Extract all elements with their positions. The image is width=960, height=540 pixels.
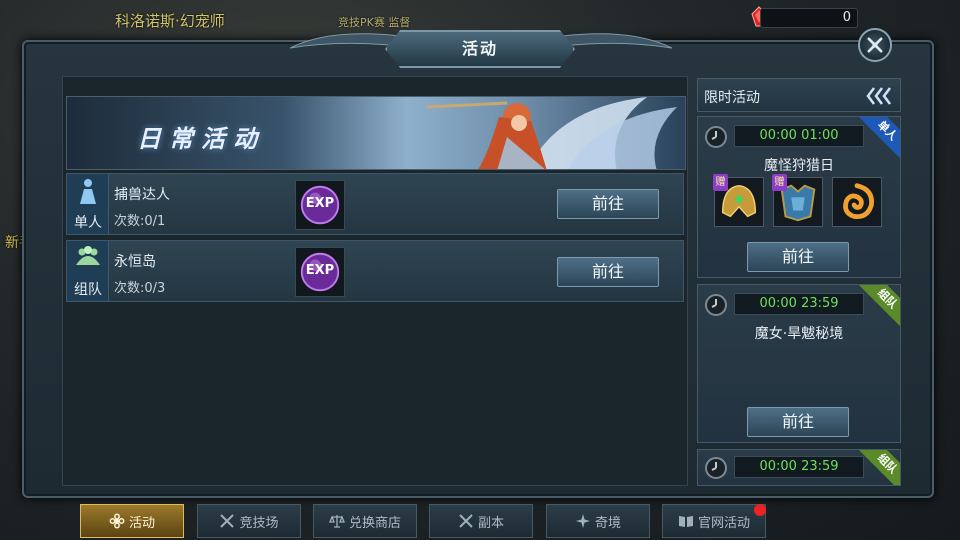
clock-icon <box>705 126 727 148</box>
daily-activity-banner: 日常活动 <box>66 96 686 170</box>
event-name: 魔女·旱魃秘境 <box>754 326 844 342</box>
exp-label: EXP <box>305 196 335 211</box>
event-time: 00:00 23:59 <box>734 293 864 315</box>
flower-icon <box>109 513 125 529</box>
go-button[interactable]: 前往 <box>747 407 849 437</box>
go-button[interactable]: 前往 <box>557 189 659 219</box>
gift-tag: 赠 <box>713 174 728 191</box>
tab-label: 奇境 <box>594 515 621 531</box>
angel-heroine-art <box>426 97 677 169</box>
tab-label: 竞技场 <box>239 515 279 531</box>
activity-type-label: 组队 <box>74 282 102 298</box>
activity-type-tag: 组队 <box>67 241 109 301</box>
clock-icon <box>705 294 727 316</box>
limited-activity-title: 限时活动 <box>704 90 760 106</box>
banner-title: 日常活动 <box>137 124 265 153</box>
compass-icon <box>575 514 590 528</box>
limited-event-card: 00:00 23:59 组队 魔女·旱魃秘境 前往 <box>697 284 901 443</box>
window-title: 活动 <box>385 30 575 68</box>
limited-event-card: 00:00 01:00 单人 魔怪狩猎日 赠 赠 前往 <box>697 116 901 278</box>
event-time: 00:00 01:00 <box>734 125 864 147</box>
exp-label: EXP <box>305 263 335 278</box>
tab-label: 副本 <box>477 515 504 531</box>
crossed-swords-icon <box>459 514 473 528</box>
tab-exchange-shop[interactable]: 兑换商店 <box>313 504 417 538</box>
clock-icon <box>705 457 727 479</box>
team-icon <box>76 246 100 265</box>
activity-name: 永恒岛 <box>114 254 156 270</box>
event-name: 魔怪狩猎日 <box>764 158 834 174</box>
tab-activity[interactable]: 活动 <box>80 504 184 538</box>
tab-arena[interactable]: 竞技场 <box>197 504 301 538</box>
tab-wonderland[interactable]: 奇境 <box>546 504 650 538</box>
currency-display: 0 <box>760 8 858 28</box>
scales-icon <box>329 515 345 528</box>
tab-label: 兑换商店 <box>348 515 401 531</box>
go-button[interactable]: 前往 <box>747 242 849 272</box>
tab-dungeon[interactable]: 副本 <box>429 504 533 538</box>
title-wing-ornament <box>562 33 672 49</box>
fire-swirl-icon <box>843 183 874 220</box>
tab-official-events[interactable]: 官网活动 <box>662 504 766 538</box>
activity-name: 捕兽达人 <box>114 187 170 203</box>
tab-label: 活动 <box>128 515 155 531</box>
close-button[interactable] <box>858 28 892 62</box>
reward-slot[interactable]: 赠 <box>772 174 823 227</box>
solo-figure-icon <box>80 179 96 204</box>
limited-event-card: 00:00 23:59 组队 <box>697 449 901 486</box>
collapse-button[interactable] <box>864 85 896 107</box>
reward-slot[interactable]: EXP <box>295 247 345 297</box>
gift-tag: 赠 <box>772 174 787 191</box>
limited-activity-header: 限时活动 <box>697 78 901 112</box>
daily-activity-row: 组队 永恒岛 次数:0/3 EXP 前往 <box>66 240 684 302</box>
tab-label: 官网活动 <box>697 515 750 531</box>
reward-slot[interactable] <box>832 177 882 227</box>
event-time: 00:00 23:59 <box>734 456 864 478</box>
activity-count: 次数:0/3 <box>114 281 166 296</box>
activity-type-tag: 单人 <box>67 174 109 234</box>
activity-type-label: 单人 <box>74 215 102 231</box>
title-wing-ornament <box>290 33 400 49</box>
daily-activity-row: 单人 捕兽达人 次数:0/1 EXP 前往 <box>66 173 684 235</box>
activity-count: 次数:0/1 <box>114 214 166 229</box>
crossed-swords-icon <box>220 514 235 528</box>
triple-chevron-left-icon <box>866 87 891 105</box>
go-button[interactable]: 前往 <box>557 257 659 287</box>
reward-slot[interactable]: 赠 <box>713 174 764 227</box>
close-icon <box>867 37 883 53</box>
book-icon <box>678 516 693 527</box>
player-name-text: 科洛诺斯·幻宠师 <box>115 12 225 30</box>
notification-dot <box>754 504 766 516</box>
reward-slot[interactable]: EXP <box>295 180 345 230</box>
